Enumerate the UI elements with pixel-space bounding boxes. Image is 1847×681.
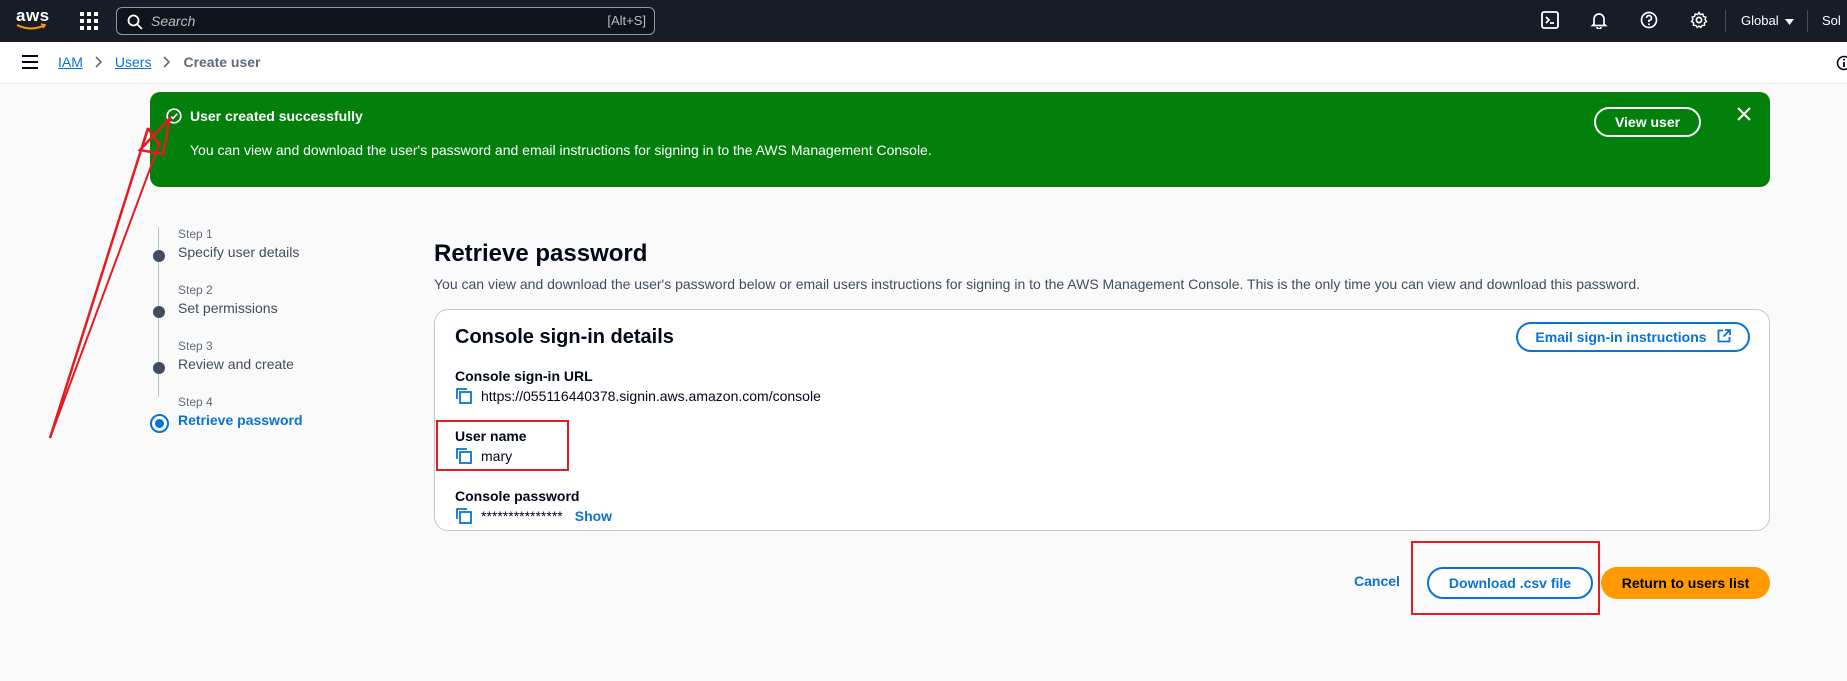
divider xyxy=(1807,10,1808,32)
field-label: Console sign-in URL xyxy=(455,368,593,384)
gear-icon[interactable] xyxy=(1690,11,1710,31)
button-label: Email sign-in instructions xyxy=(1535,329,1707,345)
step-label: Set permissions xyxy=(178,300,278,316)
region-selector[interactable]: Global xyxy=(1741,13,1794,28)
page-description: You can view and download the user's pas… xyxy=(434,276,1641,292)
step-label: Retrieve password xyxy=(178,412,303,428)
step-number: Step 4 xyxy=(178,395,213,409)
view-user-button[interactable]: View user xyxy=(1594,107,1701,137)
step-number: Step 3 xyxy=(178,339,213,353)
sign-in-details-panel: Console sign-in details Email sign-in in… xyxy=(434,309,1770,531)
copy-icon[interactable] xyxy=(455,387,473,405)
step-4: Step 4 Retrieve password xyxy=(150,395,370,445)
breadcrumb-bar: IAM Users Create user xyxy=(0,42,1847,84)
password-value: *************** xyxy=(481,508,563,524)
breadcrumb-current: Create user xyxy=(183,54,261,70)
step-current-dot xyxy=(150,414,169,433)
annotation-highlight-username xyxy=(436,420,569,471)
cloudshell-icon[interactable] xyxy=(1541,11,1561,31)
search-shortcut-hint: [Alt+S] xyxy=(607,13,646,28)
password-field: Console password *************** Show xyxy=(455,488,612,525)
email-sign-in-instructions-button[interactable]: Email sign-in instructions xyxy=(1516,322,1750,352)
search-box[interactable]: [Alt+S] xyxy=(116,7,655,35)
step-label: Specify user details xyxy=(178,244,300,260)
wizard-steps: Step 1 Specify user details Step 2 Set p… xyxy=(150,227,370,447)
step-number: Step 1 xyxy=(178,227,213,241)
annotation-highlight-download xyxy=(1411,541,1600,615)
flash-message: You can view and download the user's pas… xyxy=(190,142,932,158)
step-dot xyxy=(153,362,165,374)
external-link-icon xyxy=(1717,328,1731,346)
field-label: Console password xyxy=(455,488,580,504)
info-icon[interactable] xyxy=(1836,55,1847,76)
aws-logo[interactable]: aws xyxy=(16,7,50,32)
show-password-link[interactable]: Show xyxy=(575,508,612,524)
copy-icon[interactable] xyxy=(455,507,473,525)
cancel-button[interactable]: Cancel xyxy=(1354,573,1400,589)
breadcrumb: IAM Users Create user xyxy=(58,54,261,70)
help-icon[interactable] xyxy=(1640,11,1660,31)
step-dot xyxy=(153,306,165,318)
region-label: Global xyxy=(1741,13,1779,28)
console-url-value: https://055116440378.signin.aws.amazon.c… xyxy=(481,388,821,404)
success-flash-banner: User created successfully You can view a… xyxy=(150,92,1770,187)
check-circle-icon xyxy=(166,108,182,129)
divider xyxy=(1725,10,1726,32)
console-url-field: Console sign-in URL https://055116440378… xyxy=(455,368,821,405)
caret-down-icon xyxy=(1784,13,1794,28)
breadcrumb-users[interactable]: Users xyxy=(115,54,152,70)
flash-title: User created successfully xyxy=(190,108,363,124)
step-1[interactable]: Step 1 Specify user details xyxy=(150,227,370,277)
search-icon xyxy=(127,14,143,35)
hamburger-menu-icon[interactable] xyxy=(22,55,40,71)
step-2[interactable]: Step 2 Set permissions xyxy=(150,283,370,333)
account-menu[interactable]: Sol xyxy=(1822,13,1841,28)
bell-icon[interactable] xyxy=(1590,11,1610,31)
return-to-users-list-button[interactable]: Return to users list xyxy=(1601,567,1770,599)
page-title: Retrieve password xyxy=(434,240,648,267)
close-icon[interactable] xyxy=(1736,106,1752,127)
step-dot xyxy=(153,250,165,262)
chevron-right-icon xyxy=(95,56,103,68)
search-input[interactable] xyxy=(151,11,571,31)
step-label: Review and create xyxy=(178,356,294,372)
breadcrumb-iam[interactable]: IAM xyxy=(58,54,83,70)
step-number: Step 2 xyxy=(178,283,213,297)
apps-grid-icon[interactable] xyxy=(80,12,98,30)
chevron-right-icon xyxy=(163,56,171,68)
top-navigation-bar: aws [Alt+S] Global Sol xyxy=(0,0,1847,42)
panel-title: Console sign-in details xyxy=(455,326,674,348)
step-3[interactable]: Step 3 Review and create xyxy=(150,339,370,389)
